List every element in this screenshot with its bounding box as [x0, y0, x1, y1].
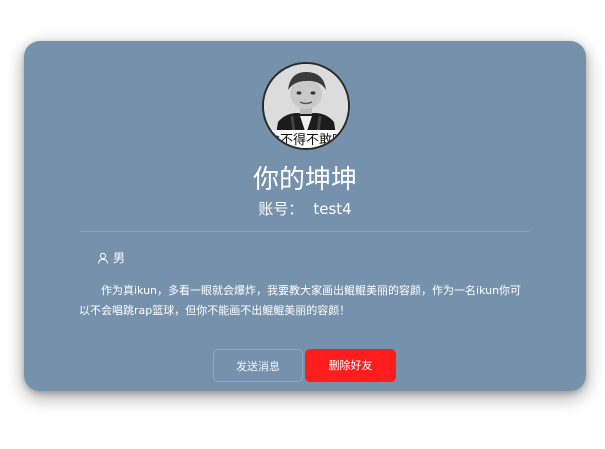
delete-friend-button[interactable]: 删除好友 [305, 349, 396, 382]
gender-value: 男 [113, 251, 126, 265]
bio-text: 作为真ikun，多看一眼就会爆炸，我要教大家画出鲲鲲美丽的容颜，作为一名ikun… [79, 284, 522, 317]
send-message-button[interactable]: 发送消息 [213, 349, 303, 382]
avatar-caption: 舍不得不敢吃 [267, 132, 345, 148]
avatar: 舍不得不敢吃 [262, 62, 350, 150]
gender-row: 男 [97, 250, 125, 266]
friend-profile-card: 舍不得不敢吃 你的坤坤 账号： test4 男 作为真ikun，多看一眼就会爆炸，… [24, 41, 586, 391]
profile-name: 你的坤坤 [252, 165, 357, 195]
user-outline-icon [98, 252, 108, 264]
account-value: test4 [313, 200, 352, 218]
account-line: 账号： test4 [24, 200, 586, 218]
divider [80, 231, 530, 232]
avatar-image: 舍不得不敢吃 [264, 64, 348, 148]
account-label: 账号： [258, 200, 304, 218]
